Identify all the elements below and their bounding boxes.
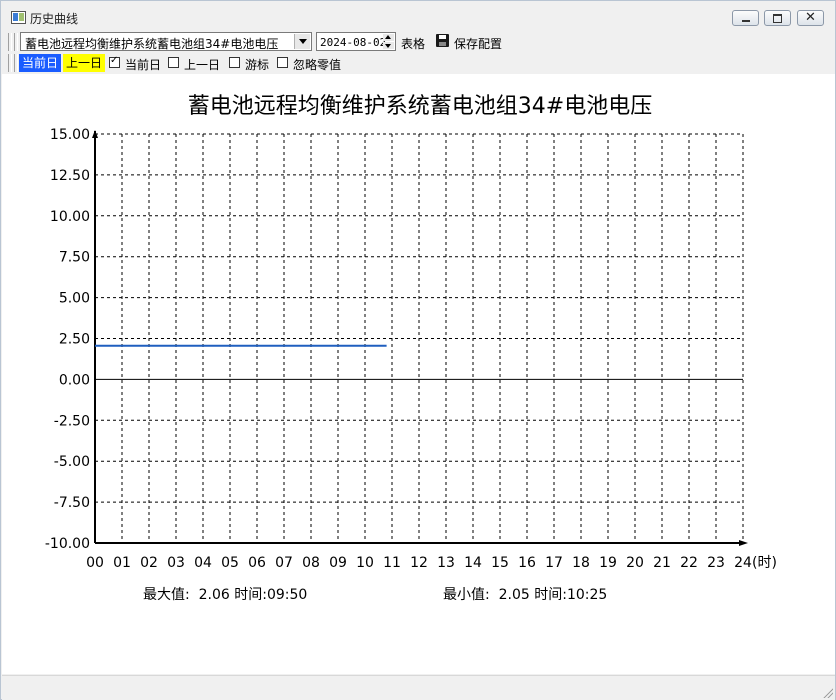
toolbar-grip[interactable] [8, 54, 12, 72]
x-tick-label: 02 [140, 555, 158, 571]
history-curve-window: 历史曲线 ✕ 蓄电池远程均衡维护系统蓄电池组34#电池电压 2024-08-02… [0, 0, 836, 700]
y-tick-label: 0.00 [59, 372, 90, 388]
y-tick-label: -7.50 [54, 495, 90, 511]
x-tick-label: 20 [626, 555, 644, 571]
save-icon[interactable] [436, 34, 449, 47]
x-tick-label: 06 [248, 555, 266, 571]
current-day-checkbox[interactable] [109, 55, 120, 68]
ignore-zero-checkbox[interactable] [277, 57, 288, 68]
cursor-checkbox[interactable] [229, 57, 240, 68]
x-tick-label: 03 [167, 555, 185, 571]
minimize-button[interactable] [732, 10, 759, 26]
toolbar-grip[interactable] [14, 54, 18, 72]
x-tick-label: 17 [545, 555, 563, 571]
x-tick-label: 11 [383, 555, 401, 571]
voltage-chart: 蓄电池远程均衡维护系统蓄电池组34#电池电压 -10.00-7.50-5.00-… [45, 94, 777, 603]
app-icon [11, 11, 26, 24]
x-tick-label: 07 [275, 555, 293, 571]
x-tick-label: 14 [464, 555, 482, 571]
x-tick-label: 00 [86, 555, 104, 571]
min-value-text: 最小值: 2.05 时间:10:25 [443, 587, 607, 603]
x-tick-label: 15 [491, 555, 509, 571]
top-toolbar: 蓄电池远程均衡维护系统蓄电池组34#电池电压 2024-08-02 表格 保存配… [2, 31, 835, 53]
previous-day-checkbox[interactable] [168, 57, 179, 68]
title-bar[interactable]: 历史曲线 ✕ [1, 1, 835, 31]
y-tick-label: -5.00 [54, 454, 90, 470]
current-day-tab[interactable]: 当前日 [19, 54, 62, 72]
x-tick-label: 01 [113, 555, 131, 571]
current-day-check-label: 当前日 [125, 58, 162, 72]
y-tick-label: -10.00 [45, 536, 90, 552]
toolbar-grip[interactable] [14, 33, 18, 51]
x-tick-label: 24 [734, 555, 752, 571]
x-tick-label: 23 [707, 555, 725, 571]
x-tick-label: 10 [356, 555, 374, 571]
x-tick-label: 18 [572, 555, 590, 571]
close-icon: ✕ [805, 10, 816, 25]
cursor-check-label: 游标 [245, 58, 270, 72]
date-value: 2024-08-02 [320, 36, 387, 49]
y-tick-label: 12.50 [50, 168, 90, 184]
max-value-text: 最大值: 2.06 时间:09:50 [143, 587, 307, 603]
x-tick-label: 04 [194, 555, 212, 571]
close-button[interactable]: ✕ [797, 10, 824, 26]
chart-panel: 蓄电池远程均衡维护系统蓄电池组34#电池电压 -10.00 -7.50 -5.00-… [2, 74, 835, 674]
toolbar-grip[interactable] [8, 33, 12, 51]
x-unit-label: (时) [752, 555, 777, 571]
series-select-value: 蓄电池远程均衡维护系统蓄电池组34#电池电压 [25, 37, 279, 51]
y-tick-label: 10.00 [50, 209, 90, 225]
status-bar [2, 675, 835, 700]
maximize-icon [765, 11, 790, 25]
previous-day-check-label: 上一日 [184, 58, 221, 72]
y-tick-label: 15.00 [50, 127, 90, 143]
y-tick-label: 7.50 [59, 250, 90, 266]
table-button[interactable]: 表格 [401, 35, 425, 52]
grid-layer [95, 133, 744, 543]
date-spinner[interactable] [383, 34, 394, 49]
spin-down-icon[interactable] [383, 42, 394, 49]
maximize-button[interactable] [764, 10, 791, 26]
x-tick-label: 08 [302, 555, 320, 571]
date-picker[interactable]: 2024-08-02 [316, 32, 396, 51]
chart-title: 蓄电池远程均衡维护系统蓄电池组34#电池电压 [188, 94, 652, 119]
x-tick-label: 19 [599, 555, 617, 571]
previous-day-tab[interactable]: 上一日 [63, 54, 106, 72]
x-tick-label: 12 [410, 555, 428, 571]
x-axis-arrow-icon [739, 540, 748, 546]
ignore-zero-check-label: 忽略零值 [293, 58, 342, 72]
x-tick-label: 22 [680, 555, 698, 571]
x-tick-label: 21 [653, 555, 671, 571]
y-tick-label: -2.50 [54, 413, 90, 429]
minimize-icon [733, 11, 758, 25]
x-tick-label: 13 [437, 555, 455, 571]
spin-up-icon[interactable] [383, 34, 394, 41]
series-select[interactable]: 蓄电池远程均衡维护系统蓄电池组34#电池电压 [20, 32, 312, 51]
window-title: 历史曲线 [30, 12, 79, 26]
x-tick-label: 05 [221, 555, 239, 571]
day-toolbar: 当前日 上一日 当前日 上一日 游标 忽略零值 [2, 54, 835, 73]
chevron-down-icon[interactable] [294, 34, 310, 49]
tick-labels: -10.00 -7.50 -5.00 -2.50 0.00 2.50 5.00 7.50 10.… [45, 127, 752, 571]
y-tick-label: 2.50 [59, 332, 90, 348]
resize-grip-icon[interactable] [821, 686, 833, 698]
y-tick-label: 5.00 [59, 291, 90, 307]
x-tick-label: 16 [518, 555, 536, 571]
save-config-button[interactable]: 保存配置 [454, 35, 502, 52]
x-tick-label: 09 [329, 555, 347, 571]
